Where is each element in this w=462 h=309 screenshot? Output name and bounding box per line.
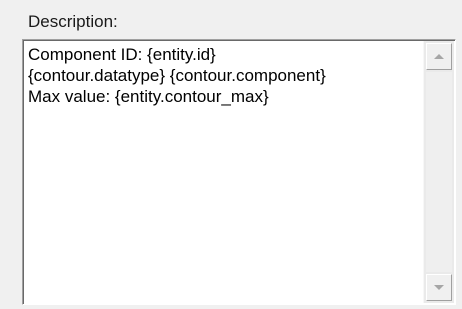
triangle-up-icon [434, 54, 444, 59]
description-label: Description: [28, 12, 118, 31]
scrollbar-track[interactable] [426, 72, 452, 272]
triangle-down-icon [434, 285, 444, 290]
description-line-1: Component ID: {entity.id} [28, 45, 216, 64]
scroll-up-button[interactable] [426, 43, 452, 70]
description-line-3: Max value: {entity.contour_max} [28, 87, 269, 106]
description-textarea[interactable]: Component ID: {entity.id} {contour.dataty… [22, 39, 456, 305]
description-line-2: {contour.datatype} {contour.component} [28, 66, 326, 85]
scroll-down-button[interactable] [426, 274, 452, 301]
description-panel: Description: Component ID: {entity.id} {c… [0, 0, 462, 309]
description-text[interactable]: Component ID: {entity.id} {contour.dataty… [28, 44, 418, 107]
vertical-scrollbar[interactable] [423, 41, 454, 303]
